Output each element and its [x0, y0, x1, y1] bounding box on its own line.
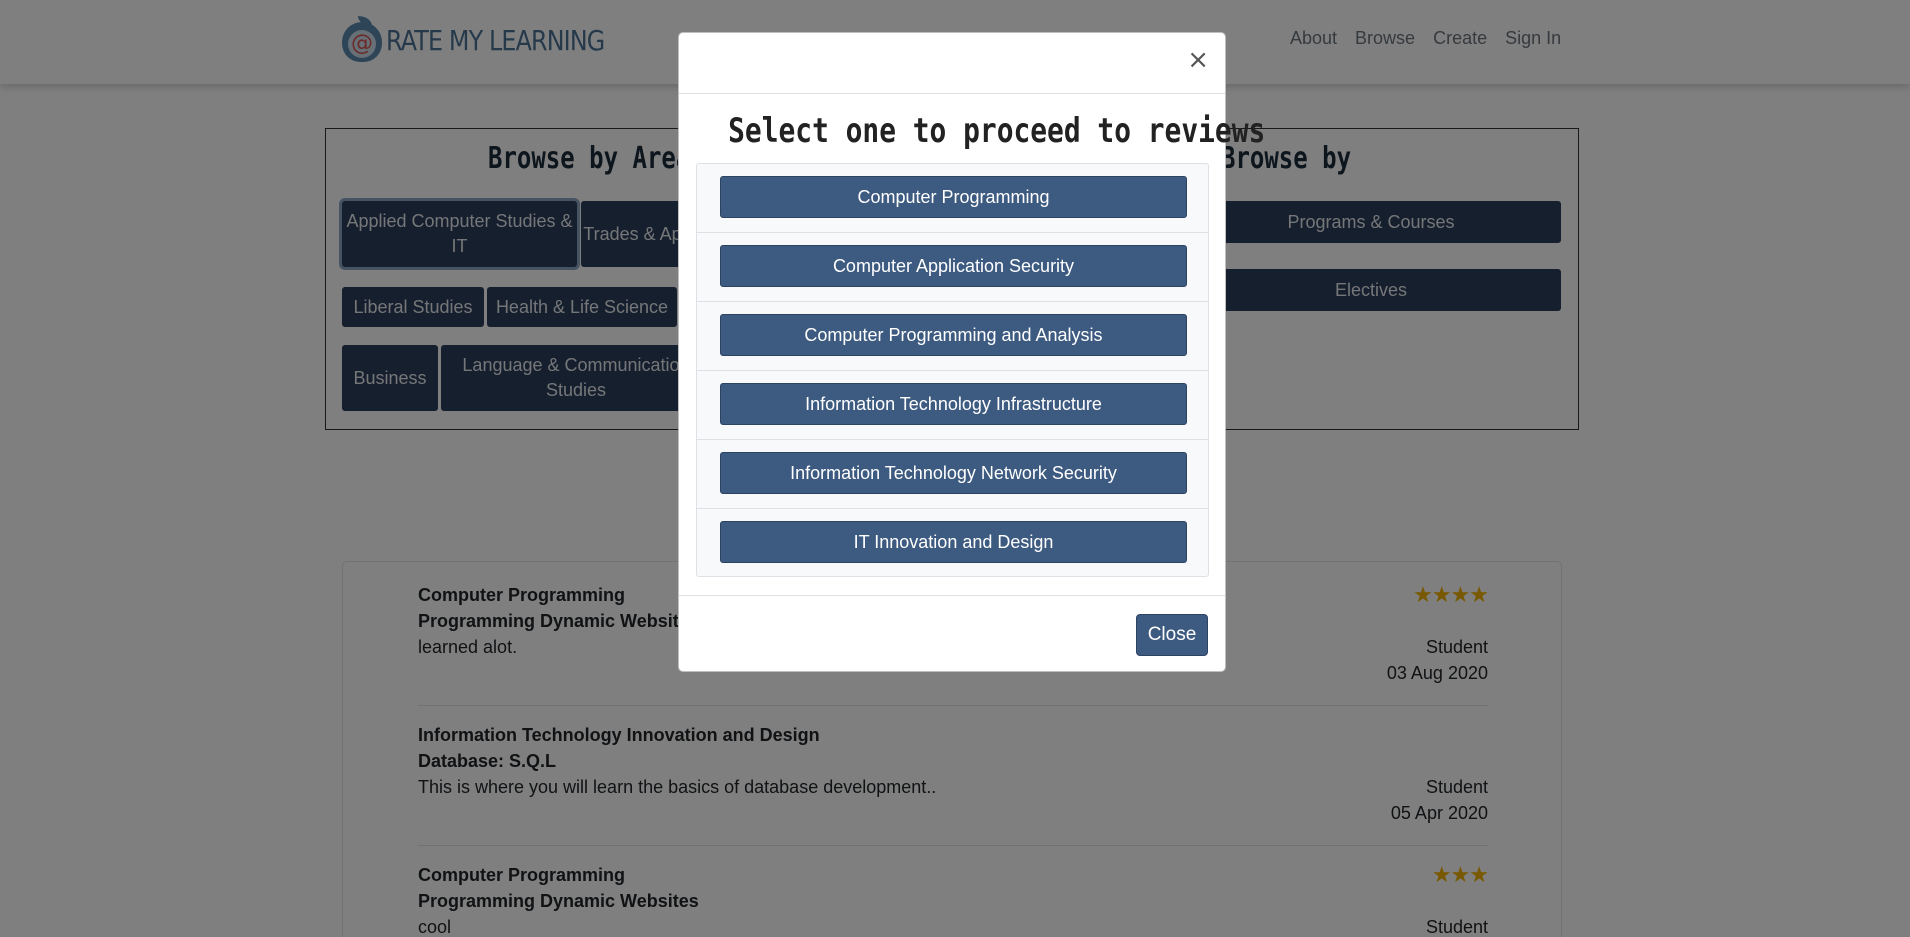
program-button-computer-programming[interactable]: Computer Programming	[720, 176, 1187, 218]
modal-header: ×	[679, 33, 1225, 94]
program-list: Computer Programming Computer Applicatio…	[696, 163, 1209, 577]
modal-footer: Close	[679, 595, 1225, 673]
close-icon[interactable]: ×	[1187, 47, 1209, 73]
list-item: Computer Programming	[697, 164, 1208, 233]
close-button[interactable]: Close	[1136, 614, 1208, 656]
program-button-it-infrastructure[interactable]: Information Technology Infrastructure	[720, 383, 1187, 425]
program-button-computer-programming-analysis[interactable]: Computer Programming and Analysis	[720, 314, 1187, 356]
modal-title: Select one to proceed to reviews	[728, 111, 1266, 151]
list-item: Information Technology Network Security	[697, 440, 1208, 509]
program-button-computer-application-security[interactable]: Computer Application Security	[720, 245, 1187, 287]
program-select-modal: × Select one to proceed to reviews Compu…	[678, 32, 1266, 673]
program-button-it-network-security[interactable]: Information Technology Network Security	[720, 452, 1187, 494]
program-button-it-innovation-design[interactable]: IT Innovation and Design	[720, 521, 1187, 563]
list-item: Computer Programming and Analysis	[697, 302, 1208, 371]
list-item: Information Technology Infrastructure	[697, 371, 1208, 440]
list-item: Computer Application Security	[697, 233, 1208, 302]
list-item: IT Innovation and Design	[697, 509, 1208, 578]
